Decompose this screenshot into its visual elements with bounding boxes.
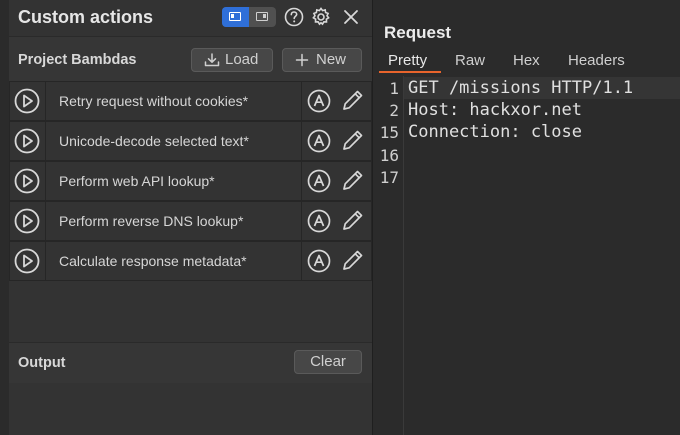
pencil-icon[interactable]	[340, 127, 366, 153]
layout-toggle[interactable]	[222, 7, 276, 27]
pencil-icon[interactable]	[340, 247, 366, 273]
line-number: 1	[389, 79, 399, 98]
list-item[interactable]: Calculate response metadata*	[9, 241, 372, 281]
layout-sidebar-left-icon[interactable]	[222, 7, 249, 27]
project-bambdas-header: Project Bambdas Load New	[9, 36, 372, 81]
line-number: 17	[379, 168, 399, 187]
close-icon[interactable]	[340, 6, 362, 28]
clear-label: Clear	[310, 353, 346, 370]
list-item[interactable]: Unicode-decode selected text*	[9, 121, 372, 161]
line-number: 16	[379, 146, 399, 165]
play-icon[interactable]	[14, 168, 40, 194]
play-icon[interactable]	[14, 208, 40, 234]
line-number-gutter: 1 2 15 16 17	[373, 76, 404, 435]
list-item[interactable]: Retry request without cookies*	[9, 81, 372, 121]
output-header: Output Clear	[9, 342, 372, 383]
bambda-name: Retry request without cookies*	[59, 93, 249, 109]
tab-headers[interactable]: Headers	[568, 52, 625, 69]
bambda-list: Retry request without cookies* Unicode-d…	[9, 81, 372, 281]
panel-left-edge	[0, 0, 9, 435]
layout-sidebar-right-icon[interactable]	[249, 7, 276, 27]
clear-button[interactable]: Clear	[294, 350, 362, 374]
play-icon[interactable]	[14, 88, 40, 114]
auto-run-icon[interactable]	[307, 249, 331, 273]
bambda-list-empty-area	[9, 282, 372, 342]
new-label: New	[316, 51, 347, 68]
request-tabs: Pretty Raw Hex Headers	[373, 50, 680, 74]
tab-hex[interactable]: Hex	[513, 52, 540, 69]
gear-icon[interactable]	[310, 6, 332, 28]
active-tab-indicator	[379, 71, 441, 73]
line-number: 15	[379, 123, 399, 142]
pencil-icon[interactable]	[340, 167, 366, 193]
panel-title: Custom actions	[18, 7, 154, 27]
auto-run-icon[interactable]	[307, 129, 331, 153]
request-panel: Request Pretty Raw Hex Headers 1 2 15 16…	[373, 0, 680, 435]
bambda-name: Calculate response metadata*	[59, 253, 247, 269]
request-title: Request	[384, 23, 452, 42]
auto-run-icon[interactable]	[307, 89, 331, 113]
plus-icon	[295, 53, 309, 67]
bambda-name: Perform reverse DNS lookup*	[59, 213, 244, 229]
code-line: Host: hackxor.net	[408, 100, 582, 120]
list-item[interactable]: Perform web API lookup*	[9, 161, 372, 201]
tab-pretty[interactable]: Pretty	[388, 52, 427, 69]
output-title: Output	[18, 355, 66, 371]
pencil-icon[interactable]	[340, 87, 366, 113]
load-label: Load	[225, 51, 259, 68]
bambda-name: Perform web API lookup*	[59, 173, 215, 189]
code-line: GET /missions HTTP/1.1	[408, 78, 634, 98]
panel-titlebar: Custom actions	[0, 0, 372, 36]
code-line: Connection: close	[408, 122, 582, 142]
bambda-name: Unicode-decode selected text*	[59, 133, 249, 149]
request-editor[interactable]: 1 2 15 16 17 GET /missions HTTP/1.1 Host…	[373, 76, 680, 435]
auto-run-icon[interactable]	[307, 169, 331, 193]
new-button[interactable]: New	[282, 48, 362, 72]
line-number: 2	[389, 101, 399, 120]
load-button[interactable]: Load	[191, 48, 273, 72]
play-icon[interactable]	[14, 248, 40, 274]
custom-actions-panel: Custom actions Project Bambdas Load New …	[0, 0, 372, 435]
list-item[interactable]: Perform reverse DNS lookup*	[9, 201, 372, 241]
output-body[interactable]	[9, 383, 372, 435]
auto-run-icon[interactable]	[307, 209, 331, 233]
section-title: Project Bambdas	[18, 52, 137, 68]
pencil-icon[interactable]	[340, 207, 366, 233]
help-icon[interactable]	[283, 6, 305, 28]
tab-raw[interactable]: Raw	[455, 52, 485, 69]
download-icon	[204, 53, 220, 67]
play-icon[interactable]	[14, 128, 40, 154]
